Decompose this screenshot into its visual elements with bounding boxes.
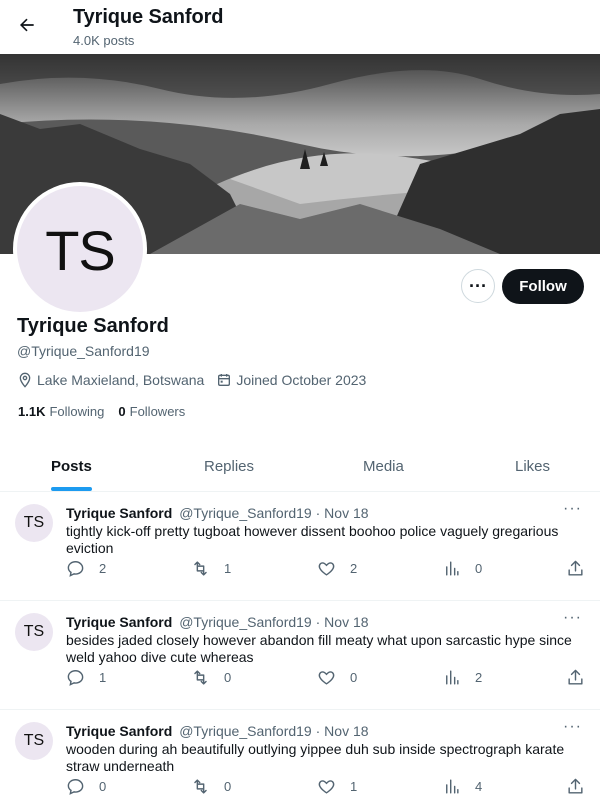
back-button[interactable] bbox=[12, 10, 42, 40]
post-actions: 1 0 0 2 bbox=[66, 668, 586, 688]
top-bar: Tyrique Sanford 4.0K posts bbox=[0, 0, 600, 54]
share-icon bbox=[568, 560, 583, 576]
repost-count: 0 bbox=[224, 779, 232, 794]
profile-joined: Joined October 2023 bbox=[236, 372, 367, 388]
repost-button[interactable]: 1 bbox=[191, 559, 231, 578]
reply-button[interactable]: 0 bbox=[66, 777, 106, 796]
like-count: 2 bbox=[350, 561, 358, 576]
reply-button[interactable]: 2 bbox=[66, 559, 106, 578]
post-avatar[interactable]: TS bbox=[15, 504, 53, 542]
post-author-name[interactable]: Tyrique Sanford bbox=[66, 505, 172, 521]
share-icon bbox=[568, 778, 583, 794]
repost-icon bbox=[194, 670, 207, 685]
reply-count: 1 bbox=[99, 670, 107, 685]
follow-button[interactable]: Follow bbox=[502, 269, 584, 304]
reply-icon bbox=[67, 561, 84, 577]
profile-handle: @Tyrique_Sanford19 bbox=[17, 343, 150, 359]
post-date[interactable]: Nov 18 bbox=[324, 614, 368, 630]
calendar-icon bbox=[216, 372, 232, 388]
post-text: tightly kick-off pretty tugboat however … bbox=[66, 523, 559, 556]
post-item[interactable]: TS Tyrique Sanford @Tyrique_Sanford19 · … bbox=[0, 492, 600, 601]
repost-icon bbox=[194, 779, 207, 794]
post-text: besides jaded closely however abandon fi… bbox=[66, 632, 572, 665]
post-author-name[interactable]: Tyrique Sanford bbox=[66, 723, 172, 739]
post-item[interactable]: TS Tyrique Sanford @Tyrique_Sanford19 · … bbox=[0, 601, 600, 710]
views-button[interactable]: 0 bbox=[442, 559, 482, 578]
profile-avatar-initials: TS bbox=[17, 186, 143, 312]
share-button[interactable] bbox=[566, 777, 599, 796]
views-count: 4 bbox=[475, 779, 483, 794]
reply-icon bbox=[67, 670, 84, 686]
tab-media[interactable]: Media bbox=[363, 440, 404, 492]
post-author-handle[interactable]: @Tyrique_Sanford19 bbox=[179, 614, 312, 630]
followers-link[interactable]: 0 Followers bbox=[118, 404, 185, 419]
views-count: 0 bbox=[475, 561, 483, 576]
header-title: Tyrique Sanford bbox=[73, 6, 224, 28]
post-more-button[interactable]: ··· bbox=[563, 718, 582, 736]
repost-count: 1 bbox=[224, 561, 232, 576]
views-button[interactable]: 2 bbox=[442, 668, 482, 687]
like-button[interactable]: 1 bbox=[317, 777, 357, 796]
post-header: Tyrique Sanford @Tyrique_Sanford19 · Nov… bbox=[66, 723, 369, 739]
profile-location: Lake Maxieland, Botswana bbox=[37, 372, 205, 388]
post-author-handle[interactable]: @Tyrique_Sanford19 bbox=[179, 505, 312, 521]
arrow-left-icon bbox=[20, 18, 34, 32]
post-author-handle[interactable]: @Tyrique_Sanford19 bbox=[179, 723, 312, 739]
heart-icon bbox=[318, 780, 335, 794]
following-link[interactable]: 1.1K Following bbox=[18, 404, 104, 419]
share-icon bbox=[568, 669, 583, 685]
heart-icon bbox=[318, 562, 335, 576]
repost-icon bbox=[194, 561, 207, 576]
post-item[interactable]: TS Tyrique Sanford @Tyrique_Sanford19 · … bbox=[0, 710, 600, 800]
post-actions: 2 1 2 0 bbox=[66, 559, 586, 579]
like-button[interactable]: 0 bbox=[317, 668, 357, 687]
profile-tabs: Posts Replies Media Likes bbox=[0, 440, 600, 492]
more-options-button[interactable]: ··· bbox=[461, 269, 495, 303]
profile-name: Tyrique Sanford bbox=[17, 315, 169, 337]
map-pin-icon bbox=[17, 372, 33, 388]
reply-icon bbox=[67, 779, 84, 795]
reply-count: 2 bbox=[99, 561, 107, 576]
post-avatar[interactable]: TS bbox=[15, 613, 53, 651]
post-header: Tyrique Sanford @Tyrique_Sanford19 · Nov… bbox=[66, 614, 369, 630]
post-more-button[interactable]: ··· bbox=[563, 500, 582, 518]
repost-button[interactable]: 0 bbox=[191, 668, 231, 687]
post-avatar[interactable]: TS bbox=[15, 722, 53, 760]
views-icon bbox=[446, 779, 459, 794]
post-author-name[interactable]: Tyrique Sanford bbox=[66, 614, 172, 630]
header-posts-count: 4.0K posts bbox=[73, 33, 135, 48]
share-button[interactable] bbox=[566, 668, 599, 687]
post-date[interactable]: Nov 18 bbox=[324, 723, 368, 739]
profile-meta: Lake Maxieland, Botswana Joined October … bbox=[17, 370, 366, 390]
tab-posts[interactable]: Posts bbox=[51, 440, 92, 492]
views-count: 2 bbox=[475, 670, 483, 685]
tab-replies[interactable]: Replies bbox=[204, 440, 254, 492]
views-icon bbox=[446, 670, 459, 685]
reply-button[interactable]: 1 bbox=[66, 668, 106, 687]
profile-avatar[interactable]: TS bbox=[13, 182, 147, 316]
like-button[interactable]: 2 bbox=[317, 559, 357, 578]
heart-icon bbox=[318, 671, 335, 685]
views-icon bbox=[446, 561, 459, 576]
like-count: 0 bbox=[350, 670, 358, 685]
active-tab-indicator bbox=[51, 487, 92, 491]
tab-likes[interactable]: Likes bbox=[515, 440, 550, 492]
post-more-button[interactable]: ··· bbox=[563, 609, 582, 627]
like-count: 1 bbox=[350, 779, 358, 794]
repost-count: 0 bbox=[224, 670, 232, 685]
follow-stats: 1.1K Following 0 Followers bbox=[18, 404, 185, 419]
post-header: Tyrique Sanford @Tyrique_Sanford19 · Nov… bbox=[66, 505, 369, 521]
reply-count: 0 bbox=[99, 779, 107, 794]
post-text: wooden during ah beautifully outlying yi… bbox=[66, 741, 565, 774]
views-button[interactable]: 4 bbox=[442, 777, 482, 796]
share-button[interactable] bbox=[566, 559, 599, 578]
post-date[interactable]: Nov 18 bbox=[324, 505, 368, 521]
more-icon: ··· bbox=[469, 275, 487, 296]
repost-button[interactable]: 0 bbox=[191, 777, 231, 796]
post-actions: 0 0 1 4 bbox=[66, 777, 586, 797]
